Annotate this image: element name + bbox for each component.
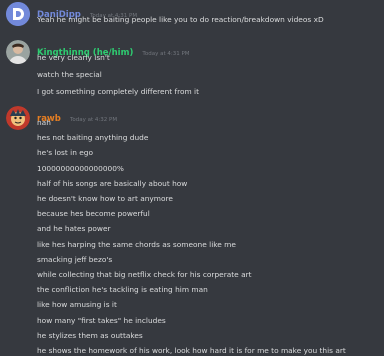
discord-logo-avatar[interactable]	[6, 2, 30, 26]
message-text: smacking jeff bezo's	[37, 254, 113, 264]
message-group-kingthinng: Kingthinng (he/him) Today at 4:31 PM he …	[0, 40, 384, 100]
message-text: the confliction he's tackling is eating …	[37, 285, 208, 295]
message-text: Yeah he might be baiting people like you…	[37, 15, 324, 24]
cartoon-avatar[interactable]	[6, 106, 30, 130]
message-group-rawb: rawb Today at 4:32 PM nah hes not baiting…	[0, 106, 384, 356]
message-text: he stylizes them as outtakes	[37, 330, 143, 340]
message-text: 10000000000000000%	[37, 163, 124, 173]
timestamp: Today at 4:31 PM	[142, 51, 190, 57]
message-group-danidipp: DaniDipp Today at 4:31 PM Yeah he might …	[0, 2, 384, 32]
message-text: and he hates power	[37, 224, 111, 234]
message-text: like how amusing is it	[37, 300, 117, 310]
message-text: while collecting that big netflix check …	[37, 270, 252, 279]
message-text: he shows the homework of his work, look …	[37, 346, 346, 355]
message-text: hes not baiting anything dude	[37, 133, 149, 143]
profile-photo-avatar[interactable]	[6, 40, 30, 64]
timestamp: Today at 4:32 PM	[69, 117, 118, 123]
message-text: he doesn't know how to art anymore	[37, 194, 173, 203]
message-text: nah	[37, 118, 51, 127]
message-text: because hes become powerful	[37, 209, 150, 219]
message-text: watch the special	[37, 70, 102, 79]
message-text: I got something completely different fro…	[37, 87, 200, 96]
message-text: he very clearly isn't	[37, 53, 110, 62]
message-text: how many "first takes" he includes	[37, 315, 166, 325]
message-text: half of his songs are basically about ho…	[37, 178, 188, 188]
message-text: like hes harping the same chords as some…	[37, 239, 236, 249]
message-text: he's lost in ego	[37, 148, 93, 158]
